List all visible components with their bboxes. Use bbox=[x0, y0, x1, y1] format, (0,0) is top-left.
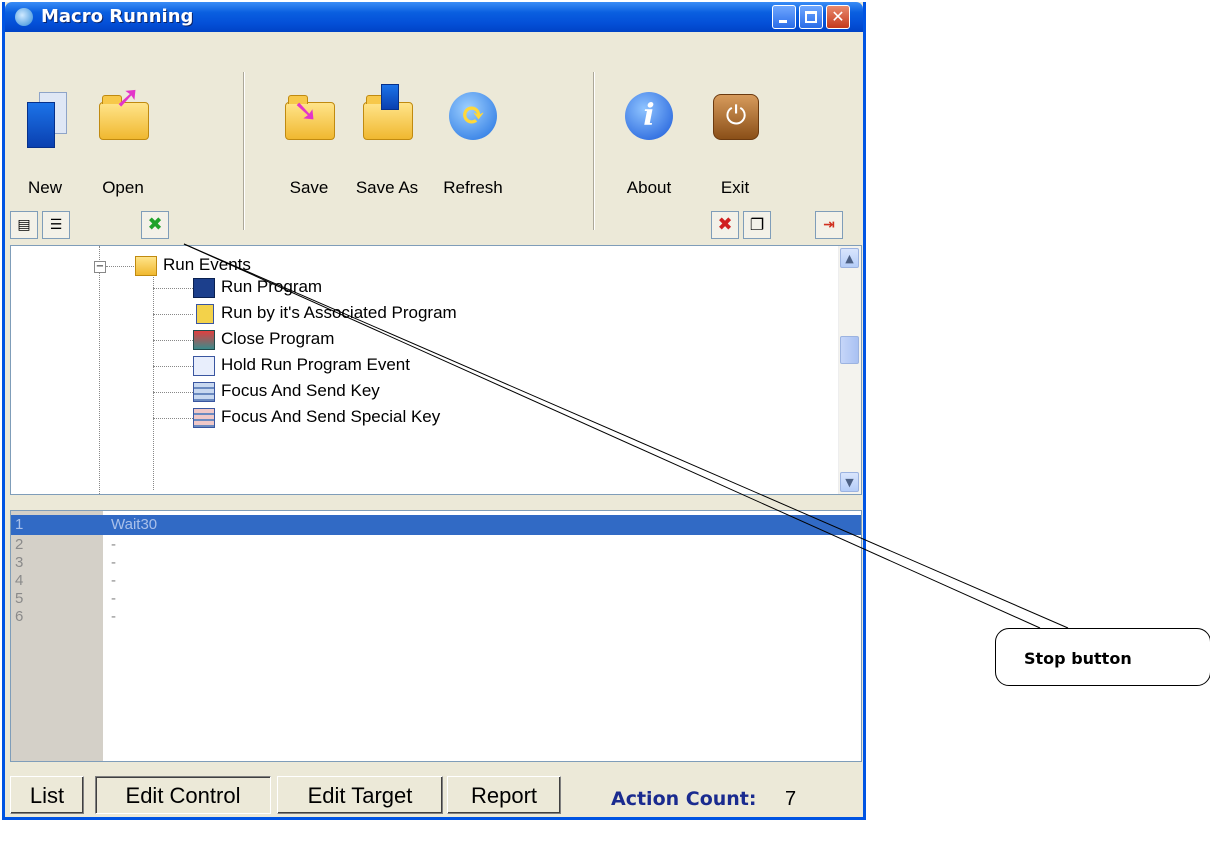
stop-button-callout: Stop button bbox=[995, 628, 1210, 686]
callout-text: Stop button bbox=[1024, 649, 1132, 668]
callout-leader-lines bbox=[183, 243, 1069, 629]
